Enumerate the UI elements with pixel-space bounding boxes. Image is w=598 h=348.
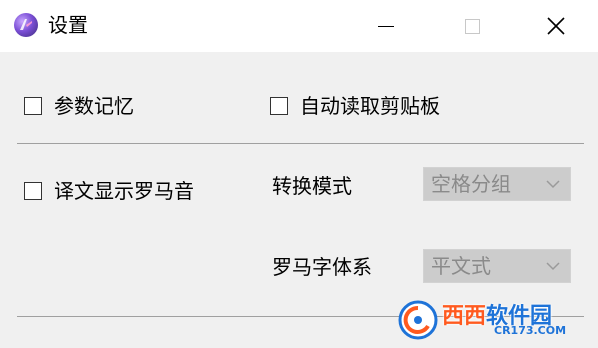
romaji-font-label: 罗马字体系 — [272, 255, 372, 279]
title-bar[interactable]: 设置 — [0, 0, 598, 52]
conversion-mode-label: 转换模式 — [272, 174, 352, 198]
chevron-down-icon — [546, 180, 560, 189]
maximize-icon — [464, 18, 480, 34]
conversion-mode-select[interactable]: 空格分组 — [423, 167, 571, 201]
watermark-logo: 西西软件园 CR173.COM — [398, 296, 584, 344]
settings-window: 设置 参数记忆 自动读取剪贴板 译文显示罗马音 转换模式 空格分组 罗马字体系 … — [0, 0, 598, 348]
remember-params-checkbox[interactable] — [24, 97, 42, 115]
conversion-mode-value: 空格分组 — [431, 172, 511, 196]
maximize-button[interactable] — [444, 0, 500, 52]
close-icon — [547, 17, 565, 35]
romaji-font-value: 平文式 — [431, 254, 491, 278]
chevron-down-icon — [546, 262, 560, 271]
show-romaji-checkbox[interactable] — [24, 182, 42, 200]
minimize-icon — [378, 25, 394, 27]
watermark-subtext: CR173.COM — [494, 324, 567, 337]
romaji-font-select[interactable]: 平文式 — [423, 249, 571, 283]
auto-read-clipboard-checkbox[interactable] — [270, 97, 288, 115]
app-logo-icon — [14, 13, 38, 37]
remember-params-label: 参数记忆 — [54, 94, 134, 118]
auto-read-clipboard-option[interactable]: 自动读取剪贴板 — [270, 92, 440, 120]
close-button[interactable] — [528, 0, 584, 52]
show-romaji-label: 译文显示罗马音 — [54, 179, 194, 203]
watermark-circle-icon — [398, 300, 438, 340]
window-title: 设置 — [48, 13, 88, 37]
show-romaji-option[interactable]: 译文显示罗马音 — [24, 177, 194, 205]
remember-params-option[interactable]: 参数记忆 — [24, 92, 134, 120]
auto-read-clipboard-label: 自动读取剪贴板 — [300, 94, 440, 118]
divider — [17, 143, 584, 144]
minimize-button[interactable] — [358, 0, 414, 52]
